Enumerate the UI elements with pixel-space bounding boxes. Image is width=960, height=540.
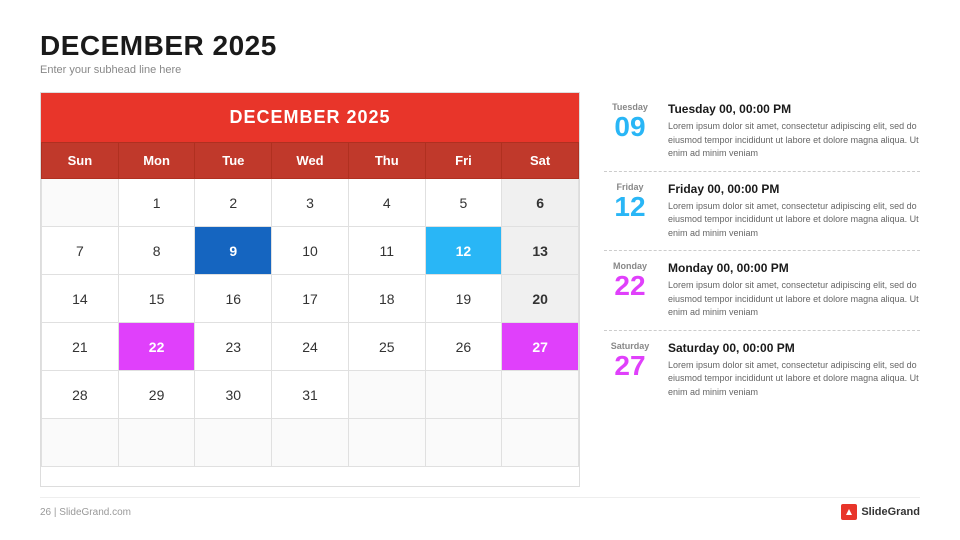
calendar-day [348, 371, 425, 419]
calendar-day: 9 [195, 227, 272, 275]
event-title: Tuesday 00, 00:00 PM [668, 102, 920, 116]
calendar-day: 5 [425, 179, 502, 227]
events-panel: Tuesday 09 Tuesday 00, 00:00 PM Lorem ip… [604, 92, 920, 487]
calendar-day: 20 [502, 275, 579, 323]
footer: 26 | SlideGrand.com SlideGrand [40, 497, 920, 520]
calendar-body: 1234567891011121314151617181920212223242… [42, 179, 579, 467]
event-desc: Lorem ipsum dolor sit amet, consectetur … [668, 279, 920, 320]
calendar-day: 4 [348, 179, 425, 227]
calendar-day: 10 [272, 227, 349, 275]
event-day-num: 12 [614, 193, 645, 221]
calendar-day: 17 [272, 275, 349, 323]
calendar-day: 7 [42, 227, 119, 275]
calendar-day: 26 [425, 323, 502, 371]
calendar-day: 31 [272, 371, 349, 419]
page-subtitle: Enter your subhead line here [40, 64, 920, 76]
calendar-day: 25 [348, 323, 425, 371]
calendar-week-row [42, 419, 579, 467]
calendar-day: 13 [502, 227, 579, 275]
calendar-day [195, 419, 272, 467]
calendar-day [502, 371, 579, 419]
calendar-day: 27 [502, 323, 579, 371]
event-info: Saturday 00, 00:00 PM Lorem ipsum dolor … [668, 341, 920, 400]
footer-page: 26 | SlideGrand.com [40, 507, 131, 518]
event-desc: Lorem ipsum dolor sit amet, consectetur … [668, 120, 920, 161]
event-day-name: Saturday [611, 341, 650, 351]
event-info: Friday 00, 00:00 PM Lorem ipsum dolor si… [668, 182, 920, 241]
day-mon: Mon [118, 143, 195, 179]
calendar-day: 1 [118, 179, 195, 227]
event-item: Monday 22 Monday 00, 00:00 PM Lorem ipsu… [604, 251, 920, 331]
footer-logo: SlideGrand [841, 504, 920, 520]
page: DECEMBER 2025 Enter your subhead line he… [0, 0, 960, 540]
calendar-day: 21 [42, 323, 119, 371]
event-day-num: 27 [614, 352, 645, 380]
calendar-day: 6 [502, 179, 579, 227]
event-date-col: Tuesday 09 [604, 102, 656, 141]
calendar-month-title: DECEMBER 2025 [41, 107, 579, 128]
calendar-day: 15 [118, 275, 195, 323]
calendar-day [118, 419, 195, 467]
calendar-day: 23 [195, 323, 272, 371]
event-info: Tuesday 00, 00:00 PM Lorem ipsum dolor s… [668, 102, 920, 161]
calendar-day [425, 419, 502, 467]
day-tue: Tue [195, 143, 272, 179]
calendar-week-row: 123456 [42, 179, 579, 227]
event-day-name: Friday [616, 182, 643, 192]
calendar-week-row: 14151617181920 [42, 275, 579, 323]
calendar-day: 3 [272, 179, 349, 227]
calendar-day: 11 [348, 227, 425, 275]
day-wed: Wed [272, 143, 349, 179]
calendar-week-row: 21222324252627 [42, 323, 579, 371]
calendar-day: 28 [42, 371, 119, 419]
calendar-table: Sun Mon Tue Wed Thu Fri Sat 123456789101… [41, 142, 579, 467]
calendar-day [425, 371, 502, 419]
event-item: Friday 12 Friday 00, 00:00 PM Lorem ipsu… [604, 172, 920, 252]
event-title: Saturday 00, 00:00 PM [668, 341, 920, 355]
event-date-col: Monday 22 [604, 261, 656, 300]
event-item: Tuesday 09 Tuesday 00, 00:00 PM Lorem ip… [604, 92, 920, 172]
calendar-header: DECEMBER 2025 [41, 93, 579, 142]
calendar-day [42, 419, 119, 467]
calendar-day: 22 [118, 323, 195, 371]
calendar-day [502, 419, 579, 467]
calendar-day: 12 [425, 227, 502, 275]
calendar-day: 8 [118, 227, 195, 275]
day-sun: Sun [42, 143, 119, 179]
calendar-day [42, 179, 119, 227]
event-title: Friday 00, 00:00 PM [668, 182, 920, 196]
calendar-day [348, 419, 425, 467]
calendar-day: 30 [195, 371, 272, 419]
event-desc: Lorem ipsum dolor sit amet, consectetur … [668, 359, 920, 400]
calendar: DECEMBER 2025 Sun Mon Tue Wed Thu Fri Sa… [40, 92, 580, 487]
calendar-week-row: 78910111213 [42, 227, 579, 275]
calendar-day [272, 419, 349, 467]
calendar-day: 19 [425, 275, 502, 323]
calendar-day: 16 [195, 275, 272, 323]
page-title: DECEMBER 2025 [40, 30, 920, 62]
event-date-col: Friday 12 [604, 182, 656, 221]
calendar-days-row: Sun Mon Tue Wed Thu Fri Sat [42, 143, 579, 179]
content-area: DECEMBER 2025 Sun Mon Tue Wed Thu Fri Sa… [40, 92, 920, 487]
calendar-day: 2 [195, 179, 272, 227]
event-item: Saturday 27 Saturday 00, 00:00 PM Lorem … [604, 331, 920, 410]
day-thu: Thu [348, 143, 425, 179]
day-sat: Sat [502, 143, 579, 179]
event-day-num: 22 [614, 272, 645, 300]
day-fri: Fri [425, 143, 502, 179]
header: DECEMBER 2025 Enter your subhead line he… [40, 30, 920, 76]
calendar-day: 18 [348, 275, 425, 323]
calendar-day: 29 [118, 371, 195, 419]
event-info: Monday 00, 00:00 PM Lorem ipsum dolor si… [668, 261, 920, 320]
event-title: Monday 00, 00:00 PM [668, 261, 920, 275]
event-desc: Lorem ipsum dolor sit amet, consectetur … [668, 200, 920, 241]
event-day-num: 09 [614, 113, 645, 141]
logo-icon [841, 504, 857, 520]
event-date-col: Saturday 27 [604, 341, 656, 380]
calendar-week-row: 28293031 [42, 371, 579, 419]
logo-label: SlideGrand [861, 506, 920, 518]
calendar-day: 24 [272, 323, 349, 371]
calendar-day: 14 [42, 275, 119, 323]
